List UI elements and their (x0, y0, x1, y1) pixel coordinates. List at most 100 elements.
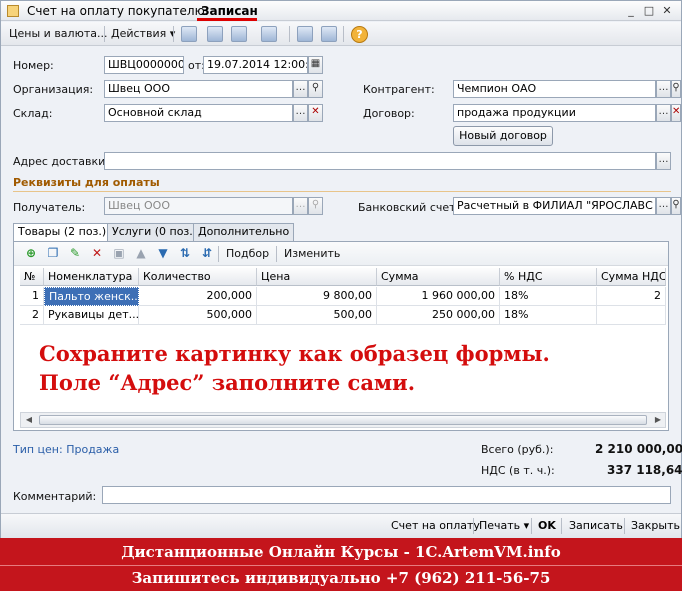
scroll-thumb[interactable] (39, 415, 647, 425)
table-cell[interactable]: 9 800,00 (257, 287, 377, 306)
structure-icon[interactable] (297, 26, 313, 42)
search-icon[interactable]: ⚲ (671, 197, 681, 215)
instruction-line-2: Поле “Адрес” заполните сами. (39, 370, 416, 395)
payment-section-title: Реквизиты для оплаты (13, 176, 160, 189)
refresh-icon[interactable] (207, 26, 223, 42)
banner-divider (0, 565, 682, 566)
help-icon[interactable]: ? (351, 26, 368, 43)
column-header[interactable]: Сумма НДС (597, 268, 666, 286)
address-field[interactable] (104, 152, 656, 170)
tab-goods[interactable]: Товары (2 поз.) (13, 223, 112, 242)
table-toolbar: ⊕ ❐ ✎ ✕ ▣ ▲ ▼ ⇅ ⇵ Подбор Изменить (14, 242, 668, 266)
select-dots-icon: … (293, 197, 308, 215)
print-menu-button[interactable]: Печать ▾ (479, 519, 529, 532)
total-label: Всего (руб.): (481, 443, 554, 456)
column-header[interactable]: Сумма (377, 268, 500, 286)
counterparty-field[interactable]: Чемпион ОАО (453, 80, 656, 98)
table-cell[interactable]: 18% (500, 306, 597, 325)
table-cell[interactable]: 1 (20, 287, 44, 306)
close-window-button[interactable]: ✕ (659, 3, 675, 19)
select-dots-icon[interactable]: … (656, 104, 671, 122)
move-down-icon[interactable]: ▼ (156, 246, 170, 260)
footer-bar: Счет на оплату Печать ▾ OK Записать Закр… (1, 513, 681, 538)
column-header[interactable]: № (20, 268, 44, 286)
settings-list-icon[interactable] (321, 26, 337, 42)
sort-icon[interactable]: ⇅ (178, 246, 192, 260)
goods-table: № Номенклатура Количество Цена Сумма % Н… (20, 268, 666, 325)
column-header[interactable]: Номенклатура (44, 268, 139, 286)
promo-banner: Дистанционные Онлайн Курсы - 1C.ArtemVM.… (0, 538, 682, 591)
maximize-button[interactable]: □ (641, 3, 657, 19)
toolbar-separator (218, 246, 219, 262)
minimize-button[interactable]: _ (623, 3, 639, 19)
new-contract-button[interactable]: Новый договор (453, 126, 553, 146)
price-type-link[interactable]: Тип цен: Продажа (13, 443, 119, 456)
toolbar-separator (104, 26, 105, 42)
table-cell[interactable]: 2 (597, 287, 666, 306)
warehouse-field[interactable]: Основной склад (104, 104, 293, 122)
tab-additional[interactable]: Дополнительно (193, 223, 295, 241)
bank-account-field[interactable]: Расчетный в ФИЛИАЛ "ЯРОСЛАВС (453, 197, 656, 215)
window-title: Счет на оплату покупателю: (27, 4, 209, 18)
save-button[interactable]: Записать (569, 519, 623, 532)
contract-field[interactable]: продажа продукции (453, 104, 656, 122)
organization-field[interactable]: Швец ООО (104, 80, 293, 98)
horizontal-scrollbar[interactable]: ◀ ▶ (20, 412, 666, 428)
ok-button[interactable]: OK (538, 519, 556, 532)
select-dots-icon[interactable]: … (293, 80, 308, 98)
go-to-icon[interactable] (261, 26, 277, 42)
clear-icon[interactable]: ✕ (671, 104, 681, 122)
search-icon[interactable]: ⚲ (308, 80, 323, 98)
select-dots-icon[interactable]: … (656, 197, 671, 215)
post-document-icon[interactable] (181, 26, 197, 42)
copy-document-icon[interactable] (231, 26, 247, 42)
close-button[interactable]: Закрыть (631, 519, 680, 532)
table-cell[interactable]: 18% (500, 287, 597, 306)
scroll-left-icon[interactable]: ◀ (22, 413, 36, 427)
recipient-field[interactable]: Швец ООО (104, 197, 293, 215)
table-cell[interactable]: 500,00 (257, 306, 377, 325)
scroll-right-icon[interactable]: ▶ (651, 413, 665, 427)
search-icon[interactable]: ⚲ (671, 80, 681, 98)
calendar-icon[interactable]: ▦ (308, 56, 323, 74)
add-icon[interactable]: ⊕ (24, 246, 38, 260)
toolbar-separator (561, 518, 562, 534)
date-field[interactable]: 19.07.2014 12:00:00 (203, 56, 308, 74)
column-header[interactable]: Количество (139, 268, 257, 286)
table-cell[interactable] (597, 306, 666, 325)
table-cell[interactable]: 1 960 000,00 (377, 287, 500, 306)
table-cell[interactable]: 250 000,00 (377, 306, 500, 325)
toolbar-separator (343, 26, 344, 42)
instruction-overlay: Сохраните картинку как образец формы. По… (39, 339, 550, 397)
edit-icon[interactable]: ✎ (68, 246, 82, 260)
invoice-print-button[interactable]: Счет на оплату (391, 519, 480, 532)
copy-row-icon[interactable]: ❐ (46, 246, 60, 260)
comment-field[interactable] (102, 486, 671, 504)
prices-currency-button[interactable]: Цены и валюта... (9, 25, 107, 43)
table-cell[interactable]: Рукавицы дет... (44, 306, 139, 325)
actions-menu-button[interactable]: Действия ▾ (111, 25, 175, 43)
clear-icon[interactable]: ✕ (308, 104, 323, 122)
table-cell[interactable]: Пальто женск... (44, 287, 139, 306)
select-dots-icon[interactable]: … (656, 152, 671, 170)
document-window: Счет на оплату покупателю: Записан _ □ ✕… (0, 0, 682, 538)
address-label: Адрес доставки: (13, 155, 109, 168)
organization-label: Организация: (13, 83, 94, 96)
toolbar-separator (276, 246, 277, 262)
number-field[interactable]: ШВЦ00000001 (104, 56, 184, 74)
status-underline (197, 18, 257, 21)
table-cell[interactable]: 200,000 (139, 287, 257, 306)
edit-button[interactable]: Изменить (284, 247, 340, 260)
select-dots-icon[interactable]: … (656, 80, 671, 98)
select-dots-icon[interactable]: … (293, 104, 308, 122)
chevron-down-icon: ▾ (523, 519, 530, 532)
table-cell[interactable]: 500,000 (139, 306, 257, 325)
document-status: Записан (201, 4, 258, 18)
table-cell[interactable]: 2 (20, 306, 44, 325)
selection-button[interactable]: Подбор (226, 247, 269, 260)
delete-icon[interactable]: ✕ (90, 246, 104, 260)
sort-desc-icon[interactable]: ⇵ (200, 246, 214, 260)
column-header[interactable]: Цена (257, 268, 377, 286)
column-header[interactable]: % НДС (500, 268, 597, 286)
tab-services[interactable]: Услуги (0 поз.) (107, 223, 203, 241)
